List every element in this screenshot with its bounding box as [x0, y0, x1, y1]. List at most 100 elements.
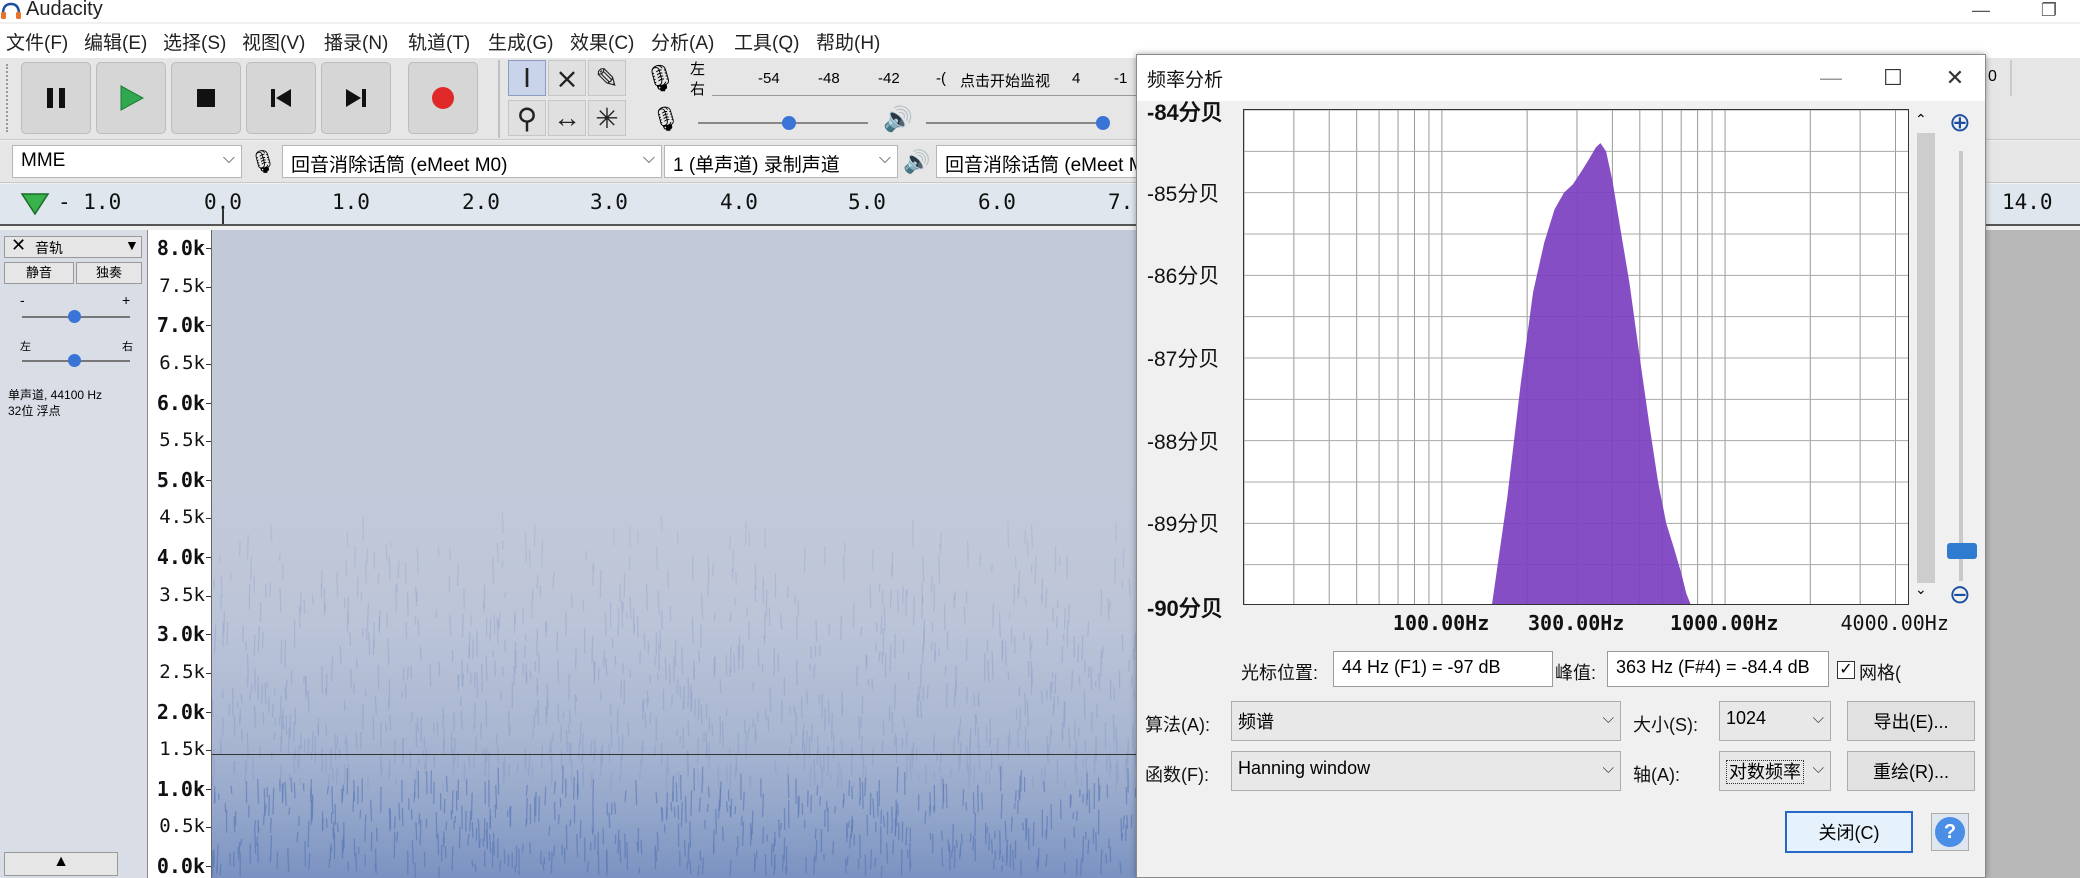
- playback-device-select[interactable]: 回音消除话筒 (eMeet M: [936, 145, 1146, 178]
- recording-device-select[interactable]: 回音消除话筒 (eMeet M0) ⌵: [282, 145, 662, 178]
- replot-button[interactable]: 重绘(R)...: [1847, 751, 1975, 791]
- pause-button[interactable]: [21, 62, 91, 134]
- playback-volume-slider[interactable]: [926, 122, 1106, 124]
- zoom-in-icon[interactable]: ⊕: [1949, 107, 1971, 138]
- record-meter-mic-icon[interactable]: 🎙: [640, 60, 680, 96]
- y-axis-tick-label: -90分贝: [1147, 596, 1223, 621]
- solo-button[interactable]: 独奏: [76, 262, 142, 284]
- channels-select[interactable]: 1 (单声道) 录制声道 ⌵: [664, 145, 898, 178]
- cursor-position-field[interactable]: 44 Hz (F1) = -97 dB: [1333, 651, 1553, 687]
- frequency-ruler-tick: [206, 286, 211, 288]
- dialog-titlebar[interactable]: 频率分析 — ☐ ✕: [1137, 55, 1985, 101]
- track-name[interactable]: 音轨: [35, 238, 63, 258]
- menu-transport[interactable]: 播录(N): [324, 28, 388, 55]
- playback-meter-partial[interactable]: [2010, 60, 2080, 96]
- menu-generate[interactable]: 生成(G): [488, 28, 553, 55]
- recording-meter[interactable]: -54 -48 -42 -( 点击开始监视 4 -1: [712, 60, 1136, 96]
- spectrogram-view[interactable]: [212, 230, 1136, 878]
- selection-tool[interactable]: I: [508, 60, 546, 96]
- menu-help[interactable]: 帮助(H): [816, 28, 880, 55]
- minimize-button[interactable]: —: [1966, 0, 1996, 20]
- track-header[interactable]: ✕ 音轨 ▼: [4, 235, 142, 258]
- mute-button[interactable]: 静音: [4, 262, 74, 284]
- help-button[interactable]: ?: [1931, 813, 1969, 851]
- timeline-label: 1.0: [332, 190, 370, 214]
- skip-end-button[interactable]: [321, 62, 391, 134]
- menu-analyze[interactable]: 分析(A): [651, 28, 714, 55]
- frequency-ruler-label: 4.0k: [156, 545, 205, 569]
- scroll-up-icon[interactable]: ⌃: [1915, 111, 1927, 128]
- multi-tool[interactable]: ✳: [588, 100, 626, 136]
- zoom-slider-thumb[interactable]: [1947, 543, 1977, 559]
- algorithm-select[interactable]: 频谱 ⌵: [1231, 701, 1621, 741]
- size-select[interactable]: 1024 ⌵: [1719, 701, 1831, 741]
- menu-select[interactable]: 选择(S): [163, 28, 226, 55]
- collapse-track-button[interactable]: ▲: [4, 852, 118, 876]
- record-button[interactable]: [408, 62, 478, 134]
- frequency-ruler-tick: [206, 595, 211, 597]
- dialog-maximize-button[interactable]: ☐: [1871, 61, 1915, 95]
- dialog-minimize-button[interactable]: —: [1809, 61, 1853, 95]
- menu-tracks[interactable]: 轨道(T): [408, 28, 470, 55]
- draw-tool[interactable]: ✎: [588, 60, 626, 96]
- audio-host-value: MME: [21, 150, 66, 171]
- frequency-ruler-label: 7.0k: [156, 313, 205, 338]
- play-head-triangle-icon[interactable]: [20, 192, 50, 216]
- algorithm-value: 频谱: [1238, 712, 1274, 732]
- scroll-down-icon[interactable]: ⌄: [1915, 581, 1927, 598]
- spectrum-plot[interactable]: [1243, 109, 1909, 605]
- track-control-panel: ✕ 音轨 ▼ 静音 独奏 - + 左 右 单声道, 44100 Hz 32位 浮…: [0, 230, 148, 878]
- axis-label: 轴(A):: [1633, 765, 1680, 785]
- close-button[interactable]: 关闭(C): [1785, 811, 1913, 853]
- frequency-ruler-tick: [206, 750, 211, 752]
- axis-select[interactable]: 对数频率 ⌵: [1719, 751, 1831, 791]
- frequency-ruler-tick: [206, 827, 211, 829]
- menu-tools[interactable]: 工具(Q): [734, 28, 799, 55]
- pan-slider-thumb[interactable]: [68, 354, 81, 367]
- track-close-icon[interactable]: ✕: [11, 235, 26, 256]
- function-select[interactable]: Hanning window ⌵: [1231, 751, 1621, 791]
- stop-button[interactable]: [171, 62, 241, 134]
- recording-volume-thumb[interactable]: [782, 116, 796, 130]
- frequency-ruler-tick: [206, 634, 211, 636]
- play-button[interactable]: [96, 62, 166, 134]
- timeline-label: 14.0: [2002, 190, 2053, 214]
- menu-effect[interactable]: 效果(C): [570, 28, 634, 55]
- peak-label: 峰值:: [1555, 663, 1597, 683]
- zoom-slider[interactable]: [1959, 151, 1963, 581]
- function-label: 函数(F):: [1145, 765, 1209, 785]
- frequency-ruler-tick: [206, 672, 211, 674]
- track-menu-icon[interactable]: ▼: [125, 237, 139, 253]
- zoom-tool[interactable]: ⚲: [508, 100, 546, 136]
- timeline-label: 2.0: [462, 190, 500, 214]
- timeline-label: 3.0: [590, 190, 628, 214]
- dialog-close-x-button[interactable]: ✕: [1933, 61, 1977, 95]
- app-title: Audacity: [26, 0, 103, 20]
- frequency-ruler[interactable]: 8.0k 7.5k 7.0k 6.5k 6.0k 5.5k 5.0k 4.5k 4.0k 3.5k…: [148, 230, 212, 878]
- menu-edit[interactable]: 编辑(E): [84, 28, 147, 55]
- skip-start-button[interactable]: [246, 62, 316, 134]
- timeshift-tool[interactable]: ↔: [548, 100, 586, 136]
- audio-host-select[interactable]: MME ⌵: [12, 145, 242, 178]
- meter-start-monitor-text[interactable]: 点击开始监视: [960, 70, 1050, 91]
- toolbar-grip[interactable]: [6, 64, 10, 132]
- menu-view[interactable]: 视图(V): [242, 28, 305, 55]
- asterisk-icon: ✳: [595, 102, 619, 134]
- export-button[interactable]: 导出(E)...: [1847, 701, 1975, 741]
- timeline-zero-marker: [222, 208, 224, 224]
- grid-checkbox[interactable]: ✓: [1837, 661, 1855, 679]
- empty-track-area[interactable]: [1986, 230, 2080, 878]
- envelope-tool[interactable]: ⨯: [548, 60, 586, 96]
- frequency-ruler-label: 3.5k: [159, 583, 205, 606]
- playback-volume-thumb[interactable]: [1096, 116, 1110, 130]
- menu-file[interactable]: 文件(F): [6, 28, 68, 55]
- pause-icon: [22, 63, 90, 133]
- y-axis-tick-label: -89分贝: [1147, 513, 1220, 537]
- gain-slider-thumb[interactable]: [68, 310, 81, 323]
- restore-button[interactable]: ❐: [2034, 0, 2064, 20]
- timeline-label: 4.0: [720, 190, 758, 214]
- peak-field[interactable]: 363 Hz (F#4) = -84.4 dB: [1607, 651, 1829, 687]
- scrollbar-thumb[interactable]: [1917, 133, 1935, 583]
- zoom-out-icon[interactable]: ⊖: [1949, 579, 1971, 610]
- y-axis-tick-label: -88分贝: [1147, 430, 1220, 454]
